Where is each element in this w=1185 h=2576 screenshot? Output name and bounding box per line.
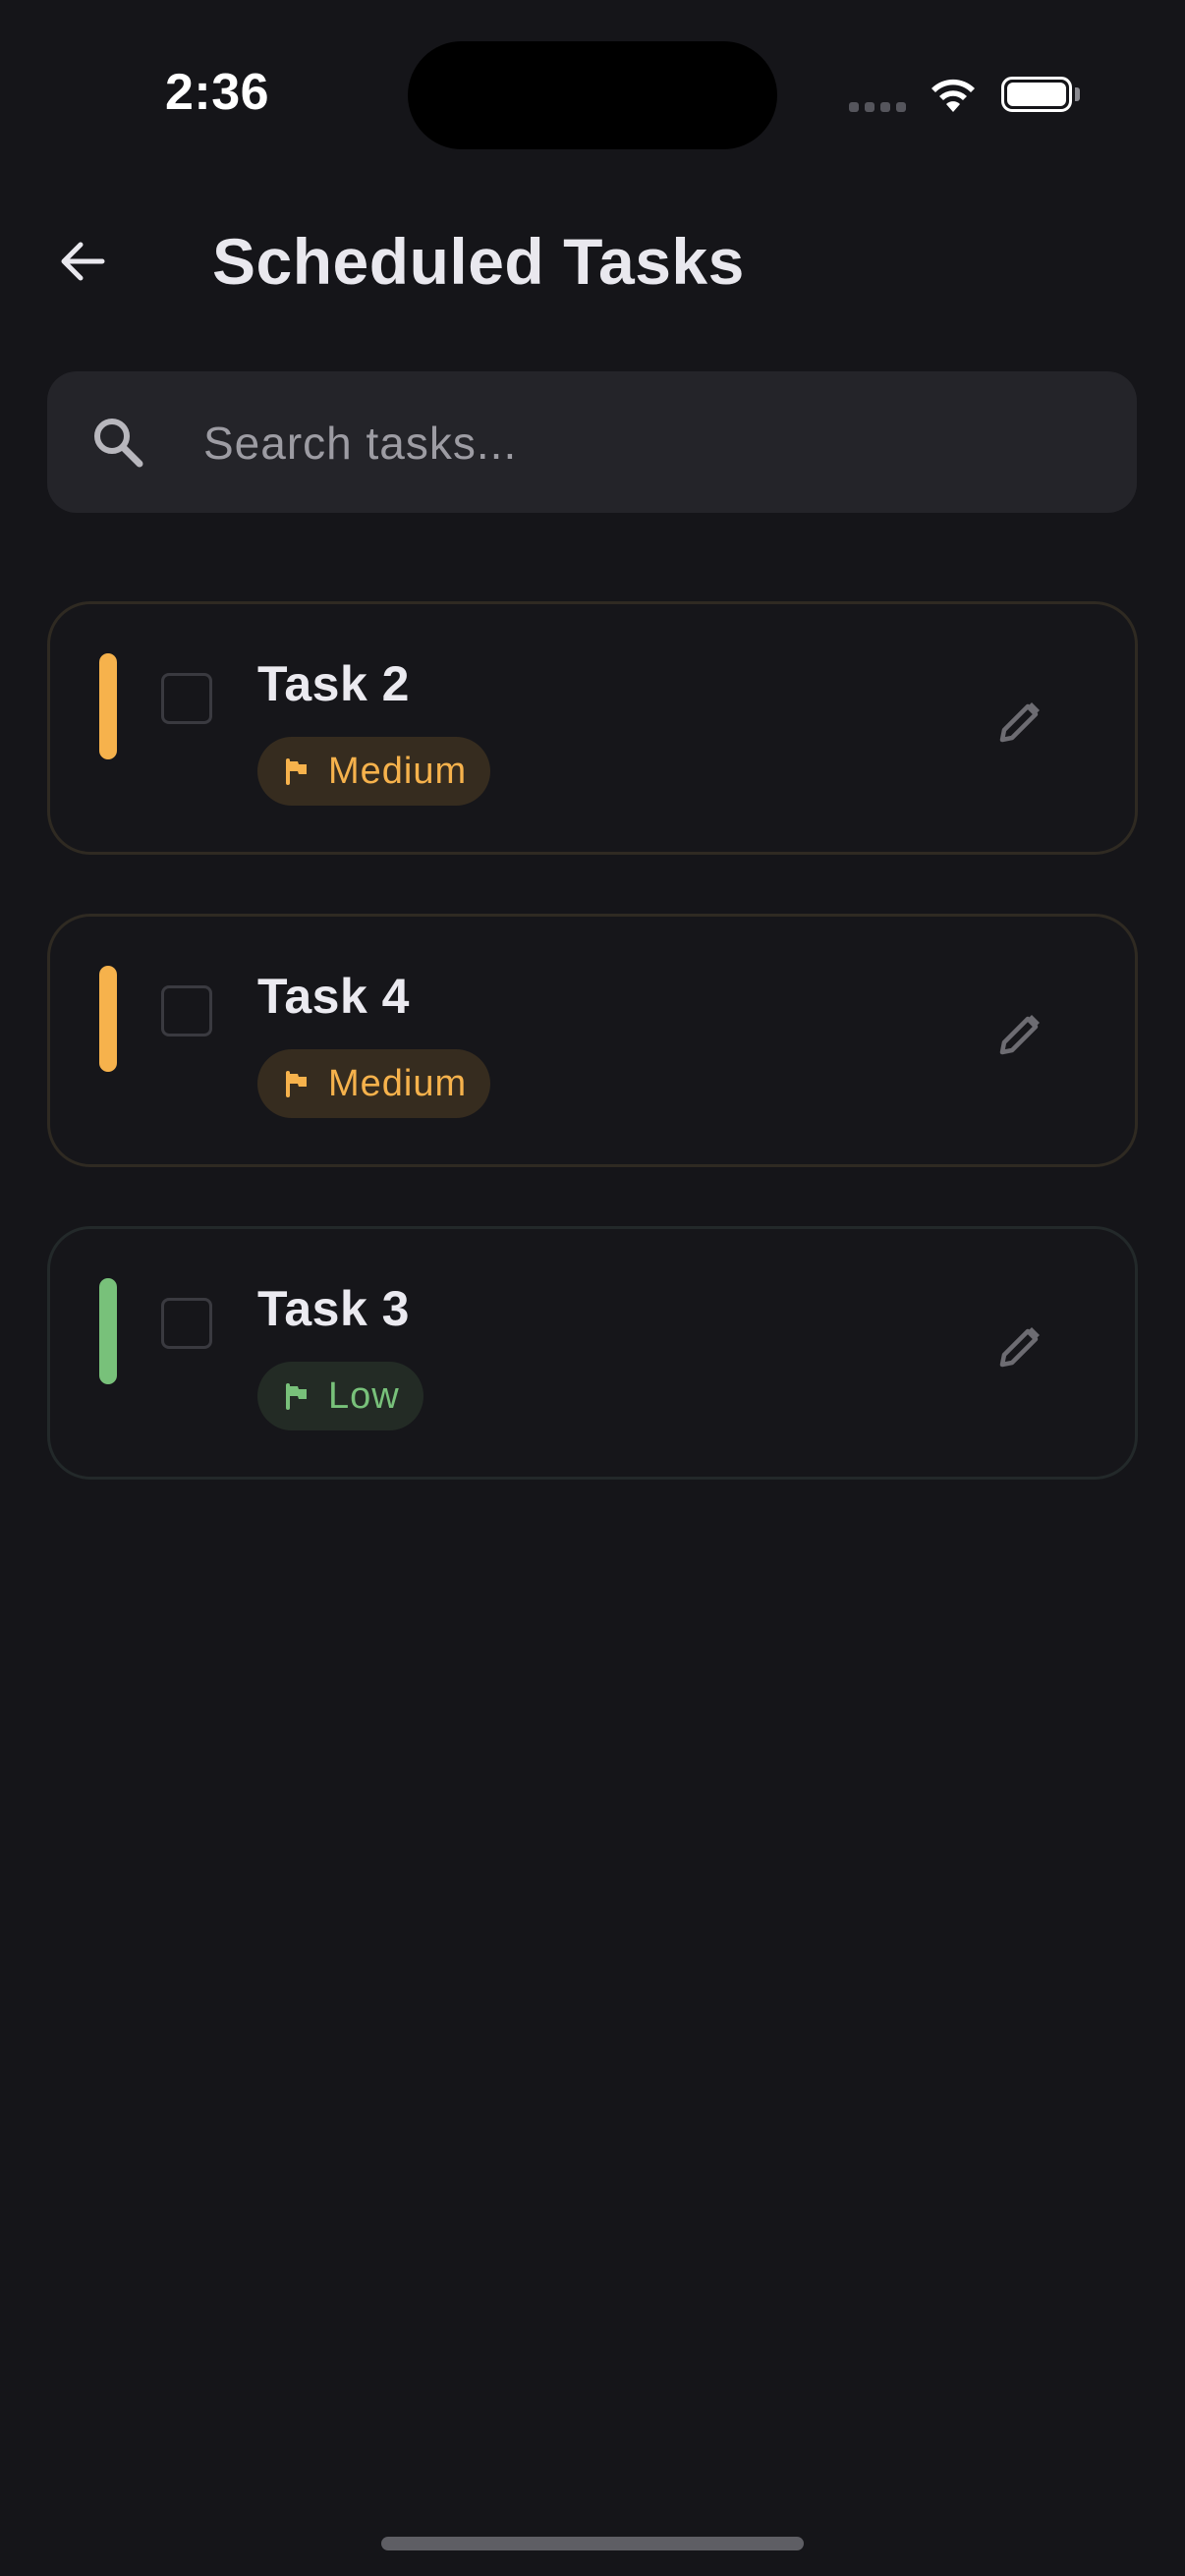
task-checkbox[interactable] <box>161 673 212 724</box>
flag-icon <box>286 1071 307 1097</box>
scheduled-tasks-screen: 2:36 Scheduled Tasks Task 2 <box>0 0 1185 2576</box>
arrow-left-icon <box>61 242 105 281</box>
priority-badge: Medium <box>257 737 491 806</box>
task-title: Task 3 <box>257 1281 410 1336</box>
task-title: Task 2 <box>257 656 410 711</box>
task-list: Task 2 Medium Task 4 Medium Task 3 Low <box>47 601 1138 1539</box>
task-checkbox[interactable] <box>161 985 212 1036</box>
back-button[interactable] <box>47 226 118 297</box>
task-card[interactable]: Task 3 Low <box>47 1226 1138 1480</box>
status-time: 2:36 <box>165 64 270 121</box>
flag-icon <box>286 758 307 785</box>
edit-task-button[interactable] <box>990 1005 1049 1064</box>
priority-badge: Medium <box>257 1049 491 1118</box>
pencil-icon <box>999 702 1040 743</box>
task-checkbox[interactable] <box>161 1298 212 1349</box>
task-title: Task 4 <box>257 969 410 1024</box>
home-indicator[interactable] <box>381 2537 804 2550</box>
battery-icon <box>1001 77 1072 112</box>
task-card[interactable]: Task 4 Medium <box>47 914 1138 1167</box>
edit-task-button[interactable] <box>990 1317 1049 1376</box>
priority-label: Medium <box>328 750 468 792</box>
priority-label: Medium <box>328 1062 468 1104</box>
priority-indicator-bar <box>99 966 117 1072</box>
edit-task-button[interactable] <box>990 693 1049 752</box>
search-icon <box>94 419 143 468</box>
pencil-icon <box>999 1327 1040 1368</box>
flag-icon <box>286 1383 307 1410</box>
priority-indicator-bar <box>99 653 117 759</box>
battery-cap <box>1075 87 1080 101</box>
cellular-signal-icon <box>849 102 906 112</box>
wifi-icon <box>931 79 975 112</box>
pencil-icon <box>999 1015 1040 1055</box>
dynamic-island <box>408 41 777 149</box>
priority-label: Low <box>328 1374 400 1417</box>
priority-badge: Low <box>257 1362 423 1430</box>
page-title: Scheduled Tasks <box>212 225 745 298</box>
task-card[interactable]: Task 2 Medium <box>47 601 1138 855</box>
search-input[interactable] <box>201 371 1090 515</box>
search-bar[interactable] <box>47 371 1137 515</box>
priority-indicator-bar <box>99 1278 117 1384</box>
